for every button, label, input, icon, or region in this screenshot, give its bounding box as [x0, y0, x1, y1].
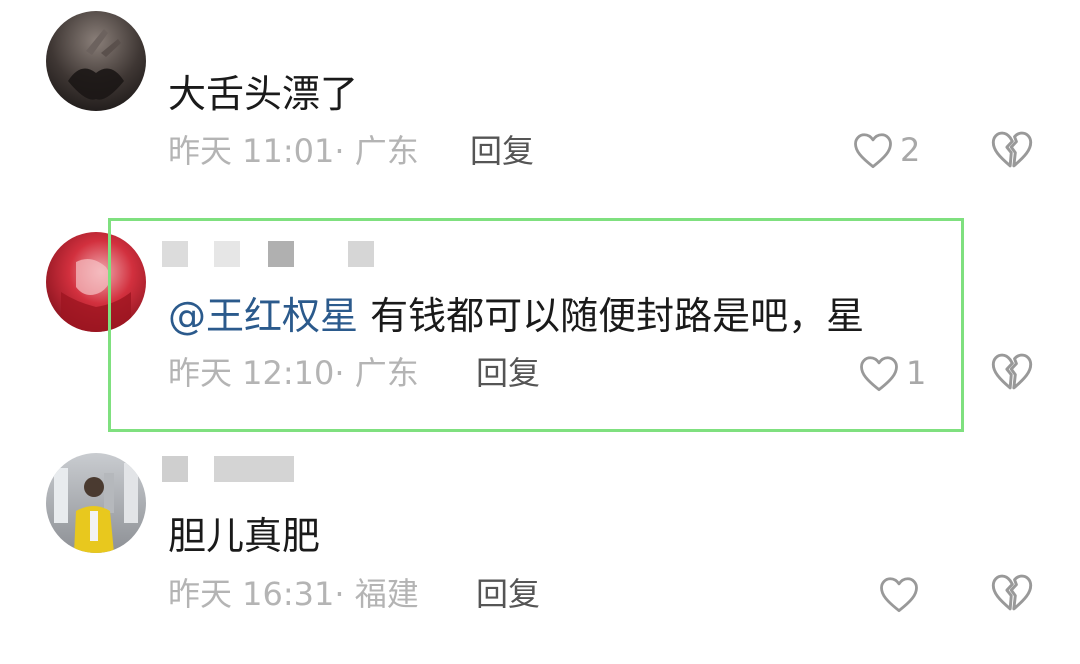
heart-outline-icon	[880, 577, 918, 613]
like-count: 2	[900, 131, 921, 169]
comment-text: 胆儿真肥	[168, 514, 321, 558]
broken-heart-icon	[991, 574, 1033, 611]
reply-button[interactable]: 回复	[476, 575, 540, 613]
broken-heart-icon	[991, 353, 1033, 390]
dislike-button[interactable]	[990, 350, 1034, 394]
comment-meta: 昨天 16:31· 福建	[168, 575, 419, 613]
reply-button[interactable]: 回复	[470, 132, 534, 170]
like-button[interactable]: 2	[852, 128, 920, 172]
comment-text: 大舌头漂了	[168, 72, 359, 116]
heart-outline-icon	[854, 133, 892, 169]
avatar[interactable]	[46, 11, 146, 111]
avatar[interactable]	[46, 453, 146, 553]
comment-meta: 昨天 11:01· 广东	[168, 132, 419, 170]
dislike-button[interactable]	[990, 571, 1034, 615]
highlight-frame	[108, 218, 964, 432]
comment-list: 大舌头漂了 昨天 11:01· 广东 回复 2 @王红权星 有钱都可以随便封路是…	[0, 0, 1080, 664]
username-redacted	[162, 456, 297, 482]
dislike-button[interactable]	[990, 128, 1034, 172]
broken-heart-icon	[991, 131, 1033, 168]
like-button[interactable]	[878, 572, 926, 616]
